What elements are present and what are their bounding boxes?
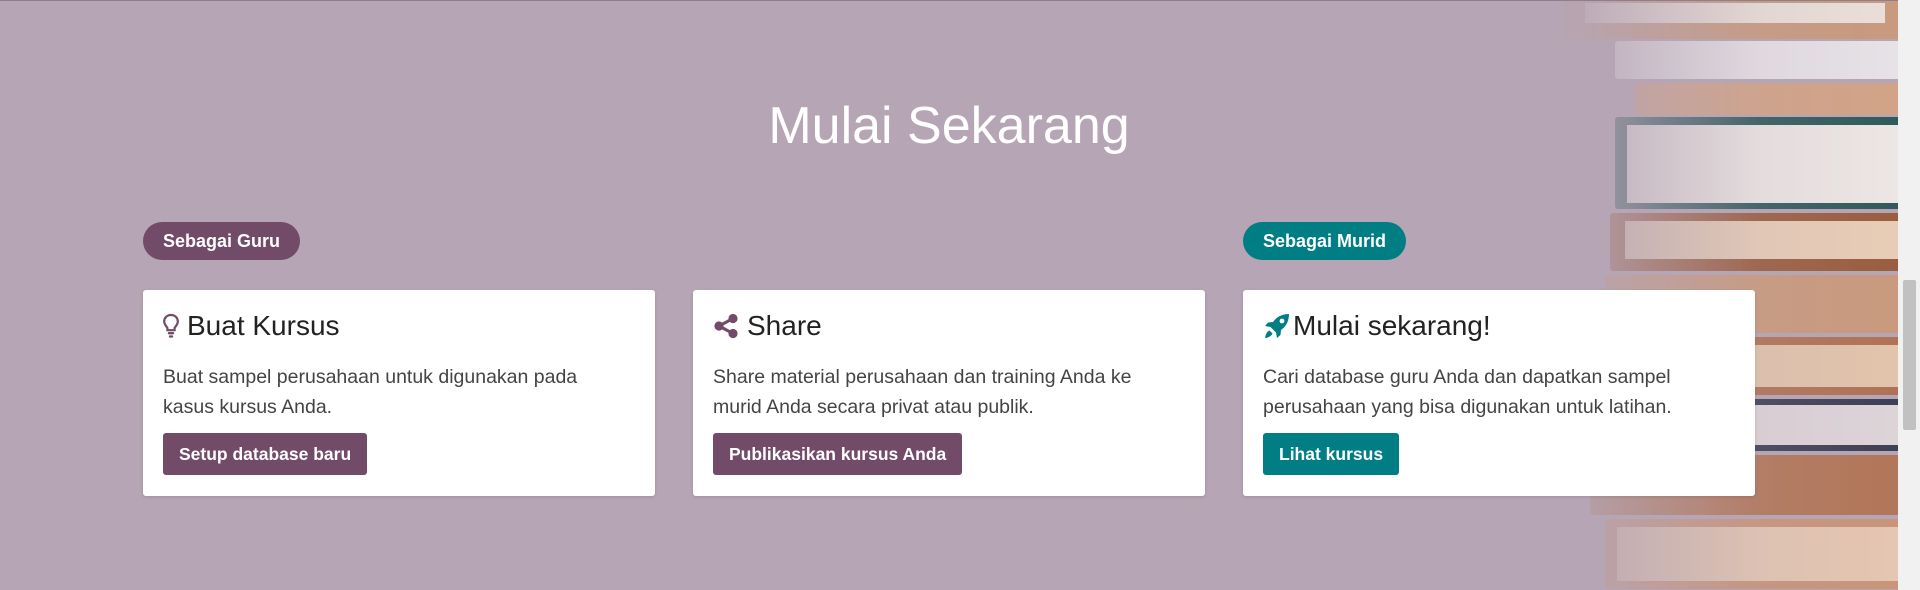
get-started-section: Mulai Sekarang Sebagai Guru Sebagai Muri…	[0, 0, 1898, 590]
lightbulb-icon	[163, 313, 179, 339]
page-title: Mulai Sekarang	[768, 97, 1130, 155]
create-course-card: Buat Kursus Buat sampel perusahaan untuk…	[143, 290, 655, 496]
share-icon	[713, 313, 739, 339]
student-badge: Sebagai Murid	[1243, 222, 1407, 260]
teacher-badge: Sebagai Guru	[143, 222, 301, 260]
card-description: Buat sampel perusahaan untuk digunakan p…	[163, 366, 578, 418]
card-title: Share	[747, 310, 822, 341]
get-started-card: Mulai sekarang! Cari database guru Anda …	[1243, 290, 1755, 496]
share-card: Share Share material perusahaan dan trai…	[693, 290, 1205, 496]
scrollbar[interactable]	[1898, 0, 1920, 589]
scrollbar-thumb[interactable]	[1903, 280, 1916, 430]
publish-course-button[interactable]: Publikasikan kursus Anda	[713, 433, 963, 475]
view-courses-button[interactable]: Lihat kursus	[1263, 433, 1400, 475]
card-title: Buat Kursus	[187, 310, 340, 341]
rocket-icon	[1263, 312, 1291, 340]
card-description: Cari database guru Anda dan dapatkan sam…	[1263, 366, 1672, 418]
card-title: Mulai sekarang!	[1293, 310, 1491, 341]
card-description: Share material perusahaan dan training A…	[713, 366, 1132, 418]
setup-database-button[interactable]: Setup database baru	[163, 433, 368, 475]
